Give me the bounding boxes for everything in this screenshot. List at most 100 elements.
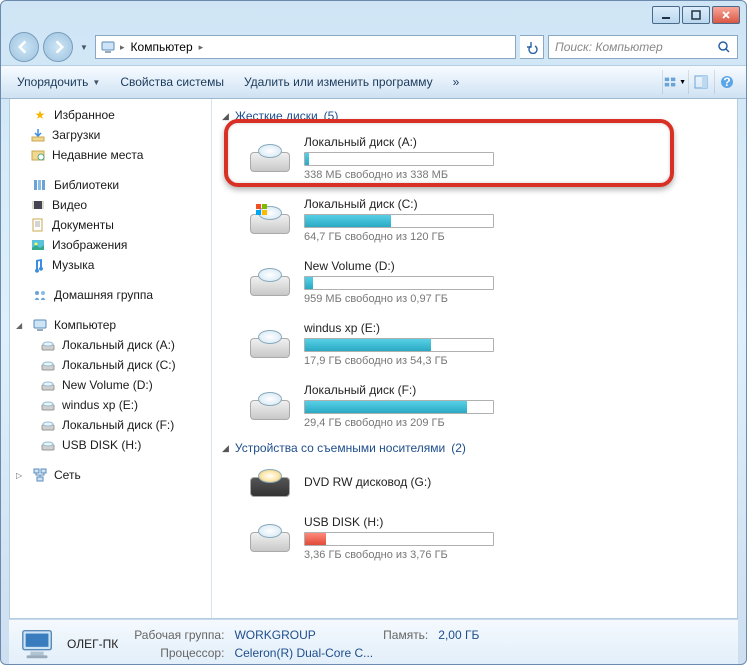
dvd-drive-icon [250, 467, 290, 499]
hard-drive-icon [250, 142, 290, 174]
view-mode-button[interactable]: ▼ [662, 70, 686, 94]
hard-drive-icon [250, 522, 290, 554]
sidebar-videos[interactable]: Видео [10, 195, 211, 215]
sidebar-homegroup[interactable]: Домашняя группа [10, 285, 211, 305]
drive-free-text: 29,4 ГБ свободно из 209 ГБ [304, 417, 723, 429]
sidebar-drive-f[interactable]: Локальный диск (F:) [10, 415, 211, 435]
memory-label: Память: [383, 628, 428, 642]
collapse-icon[interactable]: ◢ [16, 321, 26, 330]
maximize-button[interactable] [682, 6, 710, 24]
sidebar-pictures[interactable]: Изображения [10, 235, 211, 255]
uninstall-program-button[interactable]: Удалить или изменить программу [236, 71, 441, 93]
chevron-right-icon: ▸ [120, 42, 125, 53]
libraries-icon [32, 177, 48, 193]
forward-button[interactable] [43, 32, 73, 62]
sidebar-libraries[interactable]: Библиотеки [10, 175, 211, 195]
workgroup-label: Рабочая группа: [134, 628, 224, 642]
drive-name: New Volume (D:) [304, 259, 723, 273]
hard-drive-icon [250, 390, 290, 422]
drive-usage-bar [304, 276, 494, 290]
drive-free-text: 959 МБ свободно из 0,97 ГБ [304, 293, 723, 305]
hard-drive-icon [250, 328, 290, 360]
drive-item[interactable]: windus xp (E:) 17,9 ГБ свободно из 54,3 Г… [222, 313, 727, 375]
drive-icon [40, 337, 56, 353]
drive-item[interactable]: Локальный диск (C:)64,7 ГБ свободно из 1… [222, 189, 727, 251]
cpu-value: Celeron(R) Dual-Core C... [234, 646, 373, 660]
expand-icon[interactable]: ▷ [16, 471, 26, 480]
search-input[interactable]: Поиск: Компьютер [548, 35, 738, 59]
group-removable[interactable]: ◢ Устройства со съемными носителями (2) [222, 437, 727, 459]
nav-row: ▼ ▸ Компьютер ▸ Поиск: Компьютер [1, 29, 746, 65]
sidebar-network[interactable]: ▷Сеть [10, 465, 211, 485]
drive-free-text: 3,36 ГБ свободно из 3,76 ГБ [304, 549, 723, 561]
sidebar-computer[interactable]: ◢Компьютер [10, 315, 211, 335]
drive-item[interactable]: New Volume (D:) 959 МБ свободно из 0,97 Г… [222, 251, 727, 313]
sidebar-favorites[interactable]: ★Избранное [10, 105, 211, 125]
refresh-button[interactable] [520, 35, 544, 59]
drive-usage-bar [304, 214, 494, 228]
drive-item[interactable]: DVD RW дисковод (G:) [222, 459, 727, 507]
sidebar-drive-c[interactable]: Локальный диск (C:) [10, 355, 211, 375]
sidebar-recent[interactable]: Недавние места [10, 145, 211, 165]
back-button[interactable] [9, 32, 39, 62]
toolbar: Упорядочить▼ Свойства системы Удалить ил… [1, 65, 746, 99]
drive-free-text: 338 МБ свободно из 338 МБ [304, 169, 723, 181]
status-bar: ОЛЕГ-ПК Рабочая группа: WORKGROUP Память… [9, 619, 738, 665]
drive-icon [40, 437, 56, 453]
preview-pane-button[interactable] [688, 70, 712, 94]
drive-free-text: 17,9 ГБ свободно из 54,3 ГБ [304, 355, 723, 367]
search-placeholder: Поиск: Компьютер [555, 40, 663, 54]
content-pane: ◢ Жесткие диски (5) Локальный диск (A:)3… [212, 99, 737, 618]
sidebar-music[interactable]: Музыка [10, 255, 211, 275]
drive-usage-bar [304, 532, 494, 546]
sidebar-drive-h[interactable]: USB DISK (H:) [10, 435, 211, 455]
collapse-icon: ◢ [222, 443, 229, 454]
workgroup-value: WORKGROUP [234, 628, 373, 642]
minimize-button[interactable] [652, 6, 680, 24]
explorer-window: ▼ ▸ Компьютер ▸ Поиск: Компьютер Упорядо… [0, 0, 747, 665]
star-icon: ★ [32, 107, 48, 123]
computer-large-icon [19, 625, 57, 663]
drive-usage-bar [304, 152, 494, 166]
drive-icon [40, 417, 56, 433]
help-button[interactable]: ? [714, 70, 738, 94]
music-icon [30, 257, 46, 273]
hard-drive-icon [250, 204, 290, 236]
drive-item[interactable]: Локальный диск (A:)338 МБ свободно из 33… [222, 127, 727, 189]
organize-button[interactable]: Упорядочить▼ [9, 71, 108, 93]
homegroup-icon [32, 287, 48, 303]
svg-text:?: ? [723, 75, 730, 89]
chevron-right-icon: ▸ [199, 42, 204, 53]
documents-icon [30, 217, 46, 233]
drive-name: Локальный диск (C:) [304, 197, 723, 211]
chevron-down-icon: ▼ [679, 79, 686, 86]
drive-usage-bar [304, 400, 494, 414]
cpu-label: Процессор: [134, 646, 224, 660]
drive-icon [40, 397, 56, 413]
titlebar [1, 1, 746, 29]
downloads-icon [30, 127, 46, 143]
drive-name: Локальный диск (F:) [304, 383, 723, 397]
computer-icon [100, 39, 116, 55]
toolbar-overflow-button[interactable]: » [445, 71, 468, 93]
sidebar-drive-d[interactable]: New Volume (D:) [10, 375, 211, 395]
group-hard-drives[interactable]: ◢ Жесткие диски (5) [222, 105, 727, 127]
recent-icon [30, 147, 46, 163]
system-properties-button[interactable]: Свойства системы [112, 71, 232, 93]
close-button[interactable] [712, 6, 740, 24]
network-icon [32, 467, 48, 483]
drive-item[interactable]: USB DISK (H:)3,36 ГБ свободно из 3,76 ГБ [222, 507, 727, 569]
drive-icon [40, 357, 56, 373]
address-bar[interactable]: ▸ Компьютер ▸ [95, 35, 516, 59]
drive-name: windus xp (E:) [304, 321, 723, 335]
drive-item[interactable]: Локальный диск (F:) 29,4 ГБ свободно из 2… [222, 375, 727, 437]
sidebar-drive-a[interactable]: Локальный диск (A:) [10, 335, 211, 355]
sidebar-documents[interactable]: Документы [10, 215, 211, 235]
breadcrumb-computer[interactable]: Компьютер [129, 40, 195, 54]
computer-icon [32, 317, 48, 333]
sidebar-downloads[interactable]: Загрузки [10, 125, 211, 145]
chevron-down-icon: ▼ [92, 78, 100, 87]
history-dropdown[interactable]: ▼ [77, 38, 91, 56]
pictures-icon [30, 237, 46, 253]
sidebar-drive-e[interactable]: windus xp (E:) [10, 395, 211, 415]
